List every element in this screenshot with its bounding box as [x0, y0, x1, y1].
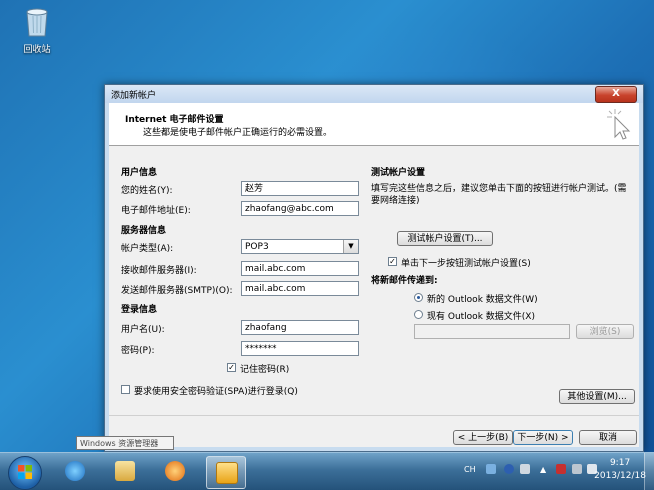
more-settings-button[interactable]: 其他设置(M)...: [559, 389, 635, 404]
username-label: 用户名(U):: [121, 325, 165, 335]
account-type-label: 帐户类型(A):: [121, 244, 174, 254]
existing-data-file-radio[interactable]: [414, 310, 423, 319]
taskbar-explorer-button[interactable]: [106, 456, 144, 487]
media-player-icon: [165, 461, 185, 481]
user-info-section-title: 用户信息: [121, 168, 158, 178]
incoming-server-label: 接收邮件服务器(I):: [121, 266, 197, 276]
folder-icon: [115, 461, 135, 481]
network-icon[interactable]: [572, 464, 582, 474]
email-label: 电子邮件地址(E):: [121, 206, 191, 216]
recycle-bin-icon: [24, 6, 50, 38]
internet-explorer-icon: [65, 461, 85, 481]
test-section-title: 测试帐户设置: [371, 168, 426, 178]
dialog-body: Internet 电子邮件设置 这些都是使电子邮件帐户正确运行的必需设置。 用户…: [109, 103, 639, 447]
dialog-title: 添加新帐户: [111, 91, 157, 101]
existing-data-file-label: 现有 Outlook 数据文件(X): [427, 312, 535, 322]
email-field[interactable]: zhaofang@abc.com: [241, 201, 359, 216]
next-button[interactable]: 下一步(N) >: [513, 430, 573, 445]
header-title: Internet 电子邮件设置: [125, 115, 224, 125]
name-field[interactable]: 赵芳: [241, 181, 359, 196]
outlook-icon: [216, 462, 238, 484]
explorer-tooltip: Windows 资源管理器: [76, 436, 174, 450]
account-type-select[interactable]: POP3 ▼: [241, 239, 359, 254]
incoming-server-field[interactable]: mail.abc.com: [241, 261, 359, 276]
account-type-value: POP3: [245, 242, 269, 252]
wizard-cursor-icon: [607, 109, 631, 140]
windows-logo-icon: [18, 465, 32, 479]
help-icon[interactable]: [504, 464, 514, 474]
recycle-bin-shortcut[interactable]: 回收站: [14, 6, 60, 55]
taskbar-ie-button[interactable]: [56, 456, 94, 487]
taskbar-outlook-button[interactable]: [206, 456, 246, 489]
auto-test-label: 单击下一步按钮测试帐户设置(S): [401, 259, 531, 269]
remember-password-checkbox[interactable]: ✓: [227, 363, 236, 372]
show-desktop-button[interactable]: [644, 453, 654, 490]
clock-date: 2013/12/18: [594, 471, 646, 481]
clock-time: 9:17: [609, 458, 631, 468]
deliver-section-title: 将新邮件传递到:: [371, 276, 438, 286]
remember-password-label: 记住密码(R): [240, 365, 290, 375]
system-tray: CH ▲ 9:17 2013/12/18: [444, 453, 654, 490]
outgoing-server-field[interactable]: mail.abc.com: [241, 281, 359, 296]
clock[interactable]: 9:17 2013/12/18: [594, 457, 646, 483]
browse-button[interactable]: 浏览(S): [576, 324, 634, 339]
username-field[interactable]: zhaofang: [241, 320, 359, 335]
name-label: 您的姓名(Y):: [121, 186, 173, 196]
login-info-section-title: 登录信息: [121, 305, 158, 315]
settings-icon[interactable]: [520, 464, 530, 474]
header-subtitle: 这些都是使电子邮件帐户正确运行的必需设置。: [143, 128, 333, 138]
auto-test-checkbox[interactable]: ✓: [388, 257, 397, 266]
dialog-titlebar[interactable]: 添加新帐户 X: [105, 85, 643, 103]
dialog-header: Internet 电子邮件设置 这些都是使电子邮件帐户正确运行的必需设置。: [109, 103, 639, 146]
test-description: 填写完这些信息之后，建议您单击下面的按钮进行帐户测试。(需要网络连接): [371, 184, 627, 206]
spa-label: 要求使用安全密码验证(SPA)进行登录(Q): [134, 387, 298, 397]
server-info-section-title: 服务器信息: [121, 226, 167, 236]
close-icon: X: [612, 88, 620, 99]
outgoing-server-label: 发送邮件服务器(SMTP)(O):: [121, 286, 233, 296]
language-indicator[interactable]: CH: [464, 465, 476, 474]
back-button[interactable]: < 上一步(B): [453, 430, 513, 445]
footer-divider: [109, 415, 639, 416]
test-account-button[interactable]: 测试帐户设置(T)...: [397, 231, 493, 246]
spa-checkbox[interactable]: [121, 385, 130, 394]
keyboard-icon[interactable]: [486, 464, 496, 474]
taskbar-media-player-button[interactable]: [156, 456, 194, 487]
password-label: 密码(P):: [121, 346, 155, 356]
add-account-dialog: 添加新帐户 X Internet 电子邮件设置 这些都是使电子邮件帐户正确运行的…: [104, 84, 644, 452]
close-button[interactable]: X: [595, 86, 637, 103]
recycle-bin-label: 回收站: [23, 45, 51, 55]
existing-data-file-path[interactable]: [414, 324, 570, 339]
start-button[interactable]: [8, 456, 42, 490]
taskbar: CH ▲ 9:17 2013/12/18: [0, 452, 654, 490]
password-field[interactable]: *******: [241, 341, 359, 356]
chevron-down-icon[interactable]: ▼: [343, 240, 358, 253]
new-data-file-radio[interactable]: [414, 293, 423, 302]
action-center-icon[interactable]: [556, 464, 566, 474]
new-data-file-label: 新的 Outlook 数据文件(W): [427, 295, 538, 305]
cancel-button[interactable]: 取消: [579, 430, 637, 445]
show-hidden-icons-icon[interactable]: ▲: [540, 465, 546, 474]
